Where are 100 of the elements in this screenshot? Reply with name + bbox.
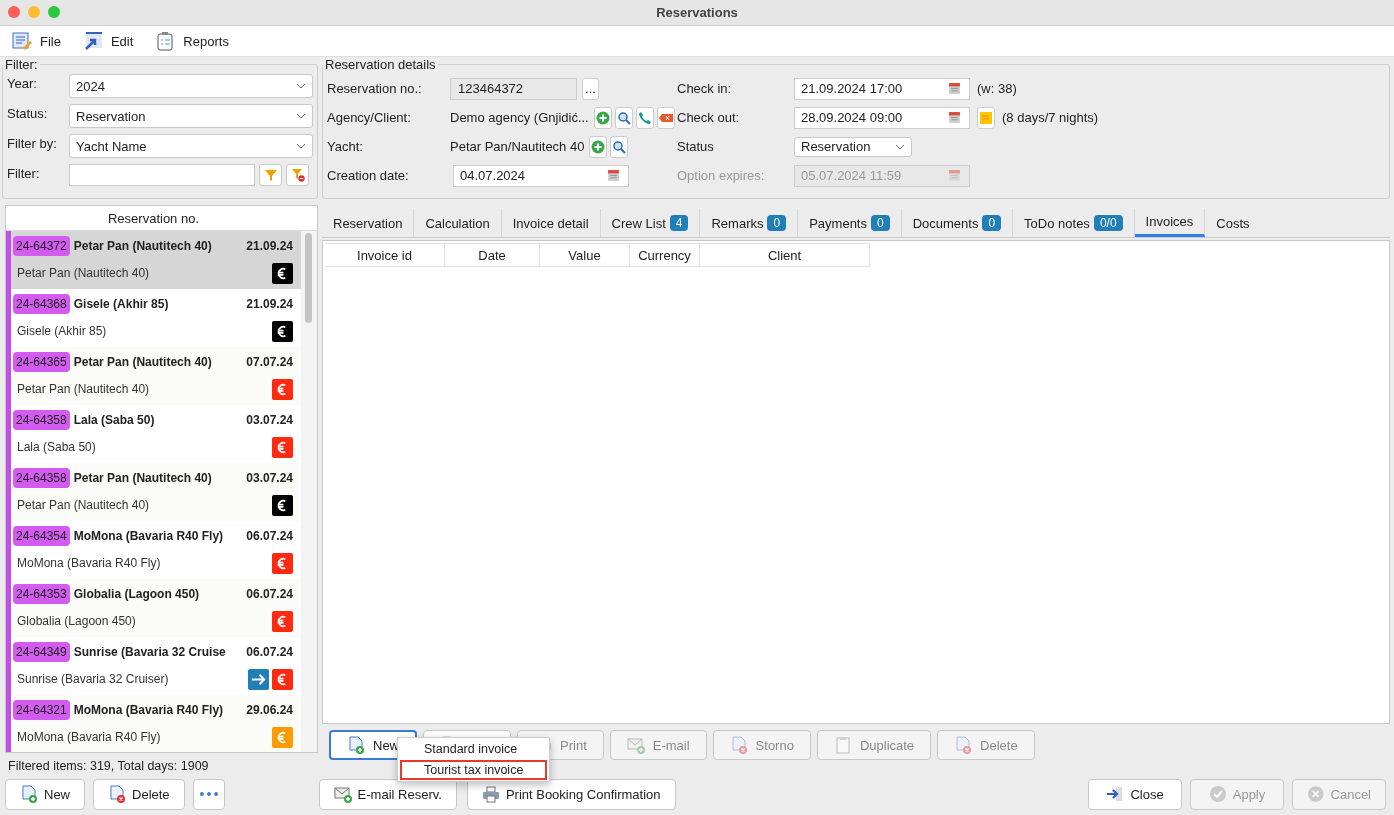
add-button[interactable]: [593, 106, 612, 129]
reservation-subtitle: Gisele (Akhir 85): [16, 324, 108, 338]
date-field[interactable]: 04.07.2024: [453, 164, 629, 187]
filter-button[interactable]: [259, 164, 282, 186]
date-field[interactable]: 28.09.2024 09:00: [794, 106, 970, 129]
reservation-item[interactable]: 24-64372 Petar Pan (Nautitech 40) 21.09.24 Petar Pan (Nautitech 40): [11, 231, 301, 289]
reservation-code: 24-64368: [13, 294, 70, 314]
dropdown[interactable]: Reservation: [69, 104, 313, 128]
reservation-date: 21.09.24: [246, 297, 293, 311]
field-label: Check out:: [677, 110, 741, 125]
count-badge: 4: [669, 215, 689, 231]
menu-item[interactable]: Tourist tax invoice: [400, 760, 548, 780]
close-window-button[interactable]: [8, 6, 20, 18]
menu-item[interactable]: File: [8, 31, 65, 51]
scrollbar-thumb[interactable]: [305, 233, 312, 323]
search-button[interactable]: [614, 106, 633, 129]
menu-item[interactable]: Edit: [78, 31, 138, 51]
column-header[interactable]: Date: [445, 243, 540, 267]
details-legend: Reservation details: [323, 57, 438, 72]
count-badge: 0/0: [1093, 215, 1123, 231]
dropdown[interactable]: 2024: [69, 74, 313, 98]
tab[interactable]: Crew List 4: [600, 209, 701, 237]
tab[interactable]: Remarks 0: [700, 209, 799, 237]
reservation-code: 24-64349: [13, 642, 70, 662]
tab[interactable]: Invoice detail: [501, 209, 601, 237]
clear-filter-button[interactable]: [286, 164, 309, 186]
reservation-date: 06.07.24: [246, 587, 293, 601]
zoom-window-button[interactable]: [48, 6, 60, 18]
field-label: Status:: [7, 105, 49, 121]
column-header[interactable]: Client: [700, 243, 870, 267]
action-button[interactable]: Print Booking Confirmation: [466, 778, 676, 810]
status-dropdown[interactable]: Reservation: [794, 136, 912, 157]
calendar-icon[interactable]: [948, 169, 961, 182]
clipboard-icon: [155, 31, 176, 51]
tab[interactable]: Calculation: [414, 209, 502, 237]
field-label: Status: [677, 139, 715, 154]
delete-document-icon: [729, 736, 748, 754]
reservation-number-field: 123464372: [450, 77, 577, 100]
reservation-code: 24-64372: [13, 236, 70, 256]
reservation-title: Lala (Saba 50): [73, 413, 156, 427]
action-button[interactable]: E-mail Reserv.: [318, 778, 457, 810]
tab[interactable]: Invoices: [1134, 209, 1206, 237]
field-label: Option expires:: [677, 168, 766, 183]
reservation-code: 24-64358: [13, 468, 70, 488]
phone-button[interactable]: [635, 106, 654, 129]
action-button[interactable]: Close: [1088, 778, 1182, 810]
reservation-title: MoMona (Bavaria R40 Fly): [73, 529, 225, 543]
sticky-note-icon: [979, 110, 993, 125]
more-button[interactable]: ...: [582, 77, 599, 100]
field-label: Agency/Client:: [327, 110, 412, 125]
tab[interactable]: Documents 0: [901, 209, 1014, 237]
search-icon: [612, 139, 627, 154]
field-label: Reservation no.:: [327, 81, 423, 96]
reservation-item[interactable]: 24-64365 Petar Pan (Nautitech 40) 07.07.24 Petar Pan (Nautitech 40): [11, 347, 301, 405]
calendar-icon[interactable]: [607, 169, 620, 182]
reservation-title: Petar Pan (Nautitech 40): [73, 355, 213, 369]
reservation-subtitle: Petar Pan (Nautitech 40): [16, 382, 151, 396]
action-button[interactable]: Delete: [93, 778, 185, 810]
new-document-icon: [20, 785, 38, 803]
reservation-code: 24-64358: [13, 410, 70, 430]
field-label: Filter:: [7, 165, 41, 181]
reservation-title: MoMona (Bavaria R40 Fly): [73, 703, 225, 717]
filter-legend: Filter:: [3, 57, 40, 72]
tab[interactable]: Payments 0: [798, 209, 902, 237]
count-badge: 0: [871, 215, 890, 231]
reservation-title: Petar Pan (Nautitech 40): [73, 471, 213, 485]
clipboard-icon: [833, 736, 852, 754]
reservation-subtitle: MoMona (Bavaria R40 Fly): [16, 730, 162, 744]
filter-field[interactable]: [69, 164, 255, 186]
reservation-subtitle: Petar Pan (Nautitech 40): [16, 498, 151, 512]
tab[interactable]: Reservation: [322, 209, 415, 237]
column-header[interactable]: Currency: [630, 243, 700, 267]
reservation-date: 29.06.24: [246, 703, 293, 717]
cancel-icon: [1307, 785, 1325, 803]
reservation-date: 07.07.24: [246, 355, 293, 369]
chevron-down-icon: [296, 113, 306, 119]
reservation-date: 21.09.24: [246, 239, 293, 253]
note-button[interactable]: [977, 106, 995, 129]
dropdown[interactable]: Yacht Name: [69, 134, 313, 158]
column-header[interactable]: Value: [540, 243, 630, 267]
menu-item[interactable]: Reports: [151, 31, 233, 51]
column-header[interactable]: Reservation no.: [6, 206, 301, 230]
calendar-icon[interactable]: [948, 111, 961, 124]
column-header[interactable]: Invoice id: [325, 243, 445, 267]
remove-button[interactable]: [656, 106, 675, 129]
reservation-item[interactable]: 24-64358 Petar Pan (Nautitech 40) 03.07.24 Petar Pan (Nautitech 40): [11, 463, 301, 521]
more-button[interactable]: [192, 778, 225, 810]
reservation-item[interactable]: 24-64353 Globalia (Lagoon 450) 06.07.24 Globalia (Lagoon 450): [11, 579, 301, 637]
date-field[interactable]: 21.09.2024 17:00: [794, 77, 970, 100]
field-label: Yacht:: [327, 139, 364, 154]
reservation-code: 24-64321: [13, 700, 70, 720]
reservation-item[interactable]: 24-64321 MoMona (Bavaria R40 Fly) 29.06.24 MoMona (Bavaria R40 Fly): [11, 695, 301, 752]
action-button[interactable]: New: [5, 778, 85, 810]
calendar-icon[interactable]: [948, 82, 961, 95]
search-button[interactable]: [610, 135, 629, 158]
tab[interactable]: ToDo notes 0/0: [1013, 209, 1135, 237]
add-button[interactable]: [589, 135, 608, 158]
filter-icon: [263, 168, 278, 182]
yacht-value: Petar Pan/Nautitech 40: [450, 139, 585, 154]
tab[interactable]: Costs: [1205, 209, 1261, 237]
